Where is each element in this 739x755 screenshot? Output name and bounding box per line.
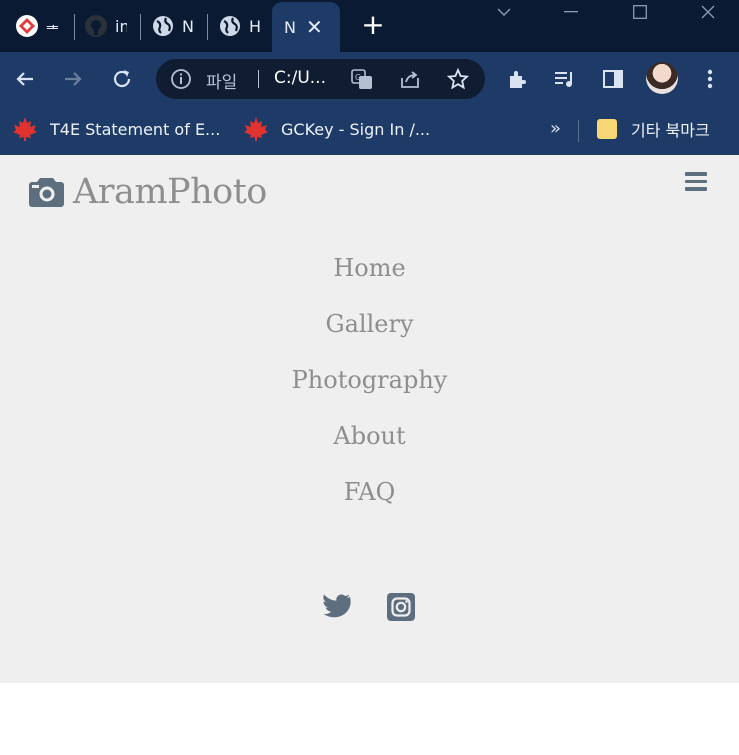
browser-toolbar: 파일 C:/U... G [0, 52, 739, 106]
globe-icon [219, 15, 241, 37]
main-nav: Home Gallery Photography About FAQ [0, 243, 739, 523]
svg-text:G: G [355, 73, 361, 82]
maple-leaf-icon [244, 117, 268, 141]
tab-separator [207, 14, 208, 40]
share-icon[interactable] [398, 67, 422, 91]
instagram-icon[interactable] [386, 592, 416, 622]
side-panel-icon[interactable] [596, 62, 630, 96]
info-icon[interactable] [170, 68, 192, 94]
nav-home[interactable]: Home [0, 243, 739, 299]
bookmarks-overflow-button[interactable]: » [550, 118, 561, 139]
maximize-icon[interactable] [620, 0, 660, 24]
nav-gallery[interactable]: Gallery [0, 299, 739, 355]
tab-5-active[interactable]: N ✕ [272, 2, 340, 52]
forward-icon[interactable] [56, 62, 90, 96]
browser-chrome: ᆂ in N H N ✕ + 파일 C:/U... G T4E Statemen… [0, 0, 739, 155]
back-icon[interactable] [8, 62, 42, 96]
globe-icon [152, 15, 174, 37]
translate-icon[interactable]: G [350, 67, 374, 91]
window-close-icon[interactable] [688, 0, 728, 24]
tab-strip: ᆂ in N H N ✕ + [0, 0, 739, 52]
close-icon[interactable]: ✕ [306, 15, 323, 39]
site-brand[interactable]: AramPhoto [28, 172, 267, 212]
tab-1[interactable]: ᆂ [16, 6, 66, 46]
bookmarks-bar: T4E Statement of E... GCKey - Sign In /.… [0, 106, 739, 155]
profile-avatar[interactable] [646, 62, 678, 94]
github-icon [85, 15, 107, 37]
other-bookmarks-label: 기타 북마크 [631, 121, 710, 140]
menu-kebab-icon[interactable] [693, 62, 727, 96]
tab-3[interactable]: N [152, 6, 198, 46]
tab-separator [74, 14, 75, 40]
reload-icon[interactable] [105, 62, 139, 96]
chevron-down-icon[interactable] [484, 0, 524, 24]
bookmark-star-icon[interactable] [446, 67, 470, 91]
bookmark-label: T4E Statement of E... [50, 119, 221, 139]
maple-leaf-icon [13, 117, 37, 141]
nav-faq[interactable]: FAQ [0, 467, 739, 523]
hamburger-menu-icon[interactable] [685, 172, 707, 192]
folder-icon [597, 119, 617, 139]
address-bar[interactable]: 파일 C:/U... G [156, 59, 485, 99]
tab-separator [140, 14, 141, 40]
site-page: AramPhoto Home Gallery Photography About… [0, 155, 739, 683]
bookmark-item[interactable]: GCKey - Sign In /... [243, 116, 430, 142]
tab-5-title: N [284, 17, 296, 37]
media-queue-icon[interactable] [548, 62, 582, 96]
bookmark-item[interactable]: T4E Statement of E... [12, 116, 220, 142]
tab-4-title: H [249, 16, 261, 36]
address-url[interactable]: C:/U... [274, 68, 326, 88]
tab-1-title: ᆂ [46, 18, 58, 37]
new-tab-button[interactable]: + [360, 11, 386, 39]
minimize-icon[interactable] [551, 0, 591, 24]
nav-photography[interactable]: Photography [0, 355, 739, 411]
tab-2-title: in [115, 16, 127, 36]
other-bookmarks-folder[interactable]: 기타 북마크 [597, 116, 710, 142]
extensions-icon[interactable] [500, 62, 534, 96]
bookmark-label: GCKey - Sign In /... [281, 119, 431, 139]
bookmarks-divider [578, 120, 579, 142]
address-divider [258, 70, 259, 88]
app-red-diamond-icon [16, 15, 38, 37]
address-scheme: 파일 [206, 73, 238, 93]
tab-2[interactable]: in [85, 6, 131, 46]
tab-4[interactable]: H [219, 6, 265, 46]
camera-icon [29, 178, 64, 207]
brand-name: AramPhoto [73, 172, 267, 212]
twitter-icon[interactable] [321, 592, 351, 622]
nav-about[interactable]: About [0, 411, 739, 467]
tab-3-title: N [182, 16, 194, 36]
